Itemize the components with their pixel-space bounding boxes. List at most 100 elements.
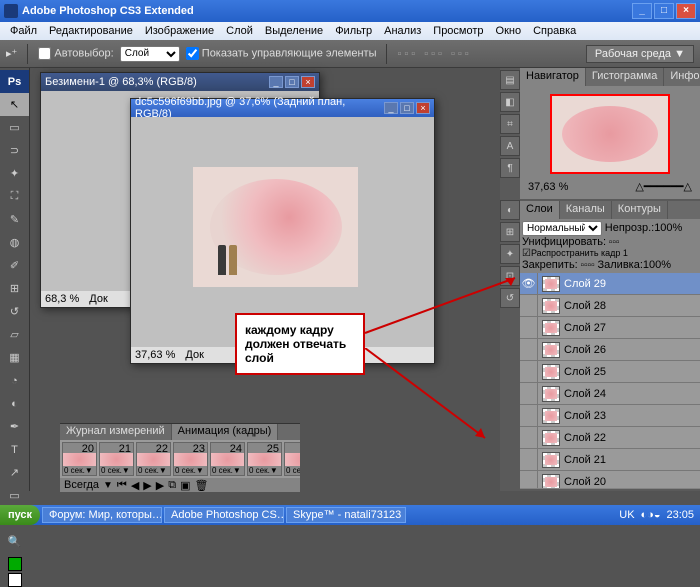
workspace-button[interactable]: Рабочая среда ▼ — [586, 45, 694, 63]
layer-thumb[interactable] — [542, 342, 560, 358]
doc2-min[interactable]: _ — [384, 102, 398, 114]
move-tool[interactable]: ↖ — [0, 93, 29, 116]
dock-icon[interactable]: ◐ — [500, 200, 520, 220]
visibility-icon[interactable] — [520, 405, 538, 426]
layer-thumb[interactable] — [542, 276, 560, 292]
taskbar-task[interactable]: Skype™ - natali73123 — [286, 507, 406, 523]
layer-row[interactable]: Слой 28 — [520, 295, 700, 317]
dodge-tool[interactable]: ◐ — [0, 392, 29, 415]
animation-frames[interactable]: 200 сек.▼210 сек.▼220 сек.▼230 сек.▼240 … — [60, 440, 300, 478]
layer-row[interactable]: Слой 24 — [520, 383, 700, 405]
menu-Фильтр[interactable]: Фильтр — [329, 25, 378, 37]
layer-thumb[interactable] — [542, 320, 560, 336]
visibility-icon[interactable] — [520, 449, 538, 470]
fg-color[interactable] — [8, 557, 22, 571]
layer-thumb[interactable] — [542, 298, 560, 314]
menu-Изображение[interactable]: Изображение — [139, 25, 220, 37]
autoselect-checkbox[interactable]: Автовыбор: — [38, 47, 113, 60]
layer-thumb[interactable] — [542, 386, 560, 402]
gradient-tool[interactable]: ▦ — [0, 346, 29, 369]
marquee-tool[interactable]: ▭ — [0, 116, 29, 139]
brush-tool[interactable]: ✐ — [0, 254, 29, 277]
visibility-icon[interactable] — [520, 427, 538, 448]
layer-thumb[interactable] — [542, 474, 560, 489]
tray-icons[interactable]: ◐◑◒ — [641, 509, 661, 521]
anim-next[interactable]: ▶ — [156, 479, 164, 492]
dock-icon[interactable]: A — [500, 136, 520, 156]
anim-tab[interactable]: Анимация (кадры) — [172, 424, 279, 440]
pen-tool[interactable]: ✒ — [0, 415, 29, 438]
menu-Справка[interactable]: Справка — [527, 25, 582, 37]
visibility-icon[interactable] — [520, 339, 538, 360]
visibility-icon[interactable] — [520, 317, 538, 338]
lasso-tool[interactable]: ⊃ — [0, 139, 29, 162]
loop-dropdown[interactable]: Всегда — [64, 479, 99, 491]
bg-color[interactable] — [8, 573, 22, 587]
dock-icon[interactable]: ◧ — [500, 92, 520, 112]
minimize-button[interactable]: _ — [632, 3, 652, 19]
layer-thumb[interactable] — [542, 408, 560, 424]
animation-frame[interactable]: 250 сек.▼ — [247, 442, 282, 476]
doc2-close[interactable]: × — [416, 102, 430, 114]
dock-icon[interactable]: ⊞ — [500, 222, 520, 242]
maximize-button[interactable]: □ — [654, 3, 674, 19]
path-tool[interactable]: ↗ — [0, 461, 29, 484]
taskbar-task[interactable]: Adobe Photoshop CS… — [164, 507, 284, 523]
visibility-icon[interactable] — [520, 361, 538, 382]
eyedropper-tool[interactable]: ✎ — [0, 208, 29, 231]
animation-frame[interactable]: 220 сек.▼ — [136, 442, 171, 476]
layer-row[interactable]: Слой 23 — [520, 405, 700, 427]
menu-Выделение[interactable]: Выделение — [259, 25, 329, 37]
dock-icon[interactable]: ⌗ — [500, 114, 520, 134]
heal-tool[interactable]: ◍ — [0, 231, 29, 254]
close-button[interactable]: × — [676, 3, 696, 19]
layer-list[interactable]: 👁Слой 29Слой 28Слой 27Слой 26Слой 25Слой… — [520, 273, 700, 488]
anim-prev[interactable]: ◀ — [131, 479, 139, 492]
animation-frame[interactable]: 210 сек.▼ — [99, 442, 134, 476]
canvas-image[interactable] — [193, 167, 358, 287]
layers-tab[interactable]: Слои — [520, 201, 560, 219]
layer-row[interactable]: Слой 21 — [520, 449, 700, 471]
anim-play[interactable]: ▶ — [143, 479, 151, 492]
animation-frame[interactable]: 230 сек.▼ — [173, 442, 208, 476]
navigator-thumb[interactable] — [550, 94, 670, 174]
show-controls-checkbox[interactable]: Показать управляющие элементы — [186, 47, 377, 60]
layer-thumb[interactable] — [542, 452, 560, 468]
visibility-icon[interactable] — [520, 295, 538, 316]
menu-Просмотр[interactable]: Просмотр — [427, 25, 489, 37]
stamp-tool[interactable]: ⊞ — [0, 277, 29, 300]
dock-icon[interactable]: ▤ — [500, 70, 520, 90]
autoselect-dropdown[interactable]: Слой — [120, 46, 180, 62]
zoom-tool[interactable]: 🔍 — [0, 530, 29, 553]
doc1-min[interactable]: _ — [269, 76, 283, 88]
anim-new[interactable]: ▣ — [180, 479, 190, 492]
dock-icon[interactable]: ↺ — [500, 288, 520, 308]
menu-Файл[interactable]: Файл — [4, 25, 43, 37]
layer-row[interactable]: 👁Слой 29 — [520, 273, 700, 295]
nav-tab[interactable]: Инфо — [664, 68, 700, 86]
layer-thumb[interactable] — [542, 364, 560, 380]
visibility-icon[interactable] — [520, 471, 538, 488]
anim-tab[interactable]: Журнал измерений — [60, 424, 172, 440]
layer-row[interactable]: Слой 25 — [520, 361, 700, 383]
animation-frame[interactable]: 260 сек.▼ — [284, 442, 300, 476]
dock-icon[interactable]: ⊡ — [500, 266, 520, 286]
nav-slider[interactable]: △━━━━━━△ — [635, 180, 692, 193]
visibility-icon[interactable]: 👁 — [520, 273, 538, 294]
type-tool[interactable]: T — [0, 438, 29, 461]
move-tool-icon[interactable]: ▸⁺ — [6, 47, 17, 60]
anim-tween[interactable]: ⧉ — [168, 479, 176, 492]
blur-tool[interactable]: ◔ — [0, 369, 29, 392]
align-icons[interactable]: ▫▫▫ ▫▫▫ ▫▫▫ — [397, 48, 471, 60]
layer-row[interactable]: Слой 26 — [520, 339, 700, 361]
layer-row[interactable]: Слой 20 — [520, 471, 700, 488]
animation-frame[interactable]: 240 сек.▼ — [210, 442, 245, 476]
menu-Окно[interactable]: Окно — [490, 25, 528, 37]
eraser-tool[interactable]: ▱ — [0, 323, 29, 346]
visibility-icon[interactable] — [520, 383, 538, 404]
doc1-max[interactable]: □ — [285, 76, 299, 88]
dock-icon[interactable]: ✦ — [500, 244, 520, 264]
layer-row[interactable]: Слой 27 — [520, 317, 700, 339]
layer-row[interactable]: Слой 22 — [520, 427, 700, 449]
blend-mode[interactable]: Нормальный — [522, 221, 602, 236]
